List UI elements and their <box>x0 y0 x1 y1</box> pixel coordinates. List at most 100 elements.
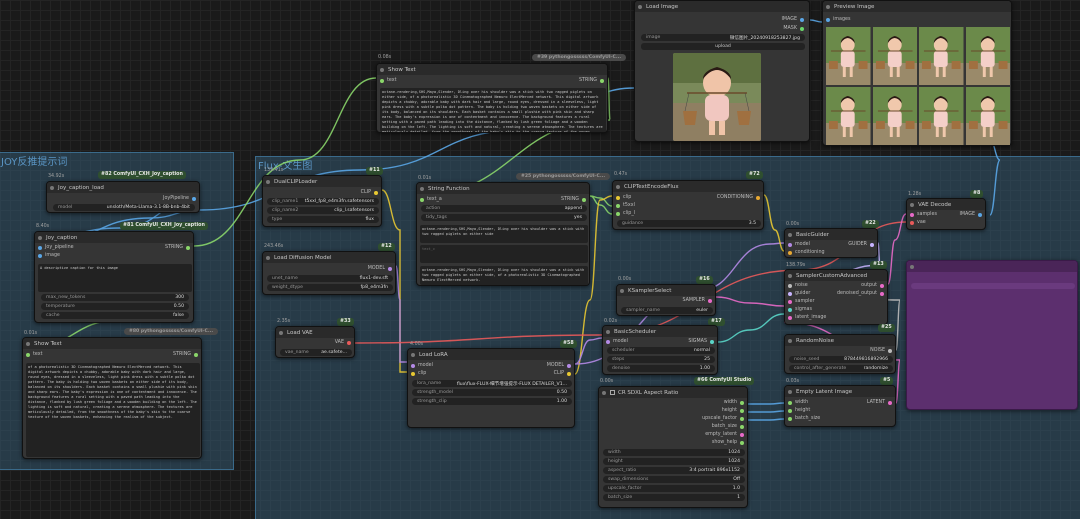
type-select[interactable]: type flux <box>267 216 379 223</box>
input-sigmas[interactable]: sigmas <box>785 307 812 312</box>
output-model[interactable]: MODEL <box>368 266 395 271</box>
load-diffusion-model-node[interactable]: Load Diffusion Model MODEL unet_name flux… <box>262 251 396 295</box>
action-select[interactable]: action append <box>421 205 587 212</box>
output-string[interactable]: STRING <box>561 197 589 202</box>
output-sampler[interactable]: SAMPLER <box>683 298 715 303</box>
input-sampler[interactable]: sampler <box>785 299 814 304</box>
weight-dtype-select[interactable]: weight_dtype fp8_e4m3fn <box>267 284 393 291</box>
basic-scheduler-node[interactable]: BasicScheduler model SIGMAS scheduler nor… <box>602 325 718 375</box>
clip-name1-select[interactable]: clip_name1 t5xxl_fp8_e4m3fn.safetensors <box>267 198 379 205</box>
output-string[interactable]: STRING <box>165 245 193 250</box>
clip-text-encode-flux-node[interactable]: CLIPTextEncodeFlux clip t5xxl clip_l CON… <box>612 180 764 230</box>
input-text-a[interactable]: text_a <box>417 197 442 202</box>
output-joypipeline[interactable]: JoyPipeline <box>163 196 199 201</box>
text-c-textarea[interactable]: text_c <box>420 245 588 263</box>
upload-button[interactable]: upload <box>641 43 805 50</box>
input-clip[interactable]: clip <box>613 195 631 200</box>
input-height[interactable]: height <box>785 408 810 413</box>
swap-dimensions-select[interactable]: swap_dimensions Off <box>603 476 745 483</box>
sampler-name-select[interactable]: sampler_name euler <box>621 307 713 314</box>
upscale-factor-field[interactable]: upscale_factor 1.0 <box>603 485 745 492</box>
output-image[interactable]: IMAGE <box>782 17 808 22</box>
input-guider[interactable]: guider <box>785 291 810 296</box>
text-output[interactable]: octane-rendering,SHS,Maya,Slender, Dling… <box>380 88 606 132</box>
input-images[interactable]: images <box>823 17 850 22</box>
collapse-dot-icon[interactable] <box>788 232 792 237</box>
strength-model-field[interactable]: strength_model 0.50 <box>412 389 572 396</box>
input-vae[interactable]: vae <box>907 220 926 225</box>
text-output[interactable]: of a photorealistic 3D Cinematographed N… <box>26 363 200 457</box>
result-text[interactable]: octane-rendering,SHS,Maya,Slender, Dling… <box>420 266 588 285</box>
output-height[interactable]: height <box>722 408 747 413</box>
output-batch-size[interactable]: batch_size <box>712 424 747 429</box>
image-select[interactable]: image 微信图片_20240918253827.jpg <box>641 34 805 41</box>
collapse-dot-icon[interactable] <box>826 4 830 9</box>
collapse-dot-icon[interactable] <box>50 185 54 190</box>
output-conditioning[interactable]: CONDITIONING <box>717 195 763 200</box>
max-new-tokens-field[interactable]: max_new_tokens 300 <box>41 294 189 301</box>
show-text-left-node[interactable]: Show Text text STRING of a photorealisti… <box>22 337 202 459</box>
note-field[interactable] <box>911 283 1075 289</box>
collapse-dot-icon[interactable] <box>616 184 620 189</box>
vae-decode-node[interactable]: VAE Decode samples vae IMAGE <box>906 198 986 230</box>
input-text[interactable]: text <box>377 78 396 83</box>
preview-thumbnail[interactable] <box>965 87 1010 145</box>
load-image-node[interactable]: Load Image IMAGE MASK image 微信图片_20240918… <box>634 0 810 142</box>
input-batch-size[interactable]: batch_size <box>785 416 820 421</box>
collapse-dot-icon[interactable] <box>638 4 642 9</box>
input-image[interactable]: image <box>35 253 60 258</box>
batch-size-field[interactable]: batch_size 1 <box>603 494 745 501</box>
cr-sdxl-aspect-ratio-node[interactable]: CR SDXL Aspect Ratio width height upscal… <box>598 386 748 508</box>
output-latent[interactable]: LATENT <box>867 400 895 405</box>
collapse-dot-icon[interactable] <box>380 67 384 72</box>
input-t5xxl[interactable]: t5xxl <box>613 203 635 208</box>
show-text-top-node[interactable]: Show Text text STRING octane-rendering,S… <box>376 63 608 133</box>
input-width[interactable]: width <box>785 400 808 405</box>
output-string[interactable]: STRING <box>173 352 201 357</box>
input-latent-image[interactable]: latent_image <box>785 315 826 320</box>
preview-thumbnail[interactable] <box>872 27 917 85</box>
input-model[interactable]: model <box>785 242 810 247</box>
height-field[interactable]: height 1024 <box>603 458 745 465</box>
joy-caption-load-node[interactable]: Joy_caption_load JoyPipeline model unslot… <box>46 181 200 213</box>
connection-wire[interactable] <box>809 19 823 23</box>
preview-thumbnail[interactable] <box>872 87 917 145</box>
preview-image-node[interactable]: Preview Image images <box>822 0 1012 146</box>
unet-name-select[interactable]: unet_name flux1-dev.sft <box>267 275 393 282</box>
collapse-dot-icon[interactable] <box>910 264 914 269</box>
output-clip[interactable]: CLIP <box>361 190 381 195</box>
input-conditioning[interactable]: conditioning <box>785 250 825 255</box>
ksampler-select-node[interactable]: KSamplerSelect SAMPLER sampler_name euler <box>616 284 716 316</box>
collapse-dot-icon[interactable] <box>788 389 792 394</box>
load-lora-node[interactable]: Load LoRA model clip MODEL CLIP lora_nam… <box>407 348 575 428</box>
output-model[interactable]: MODEL <box>547 363 574 368</box>
preview-thumbnail[interactable] <box>965 27 1010 85</box>
input-clip-l[interactable]: clip_l <box>613 211 635 216</box>
string-function-node[interactable]: String Function text_a STRING action appe… <box>416 182 590 286</box>
clip-name2-select[interactable]: clip_name2 clip_l.safetensors <box>267 207 379 214</box>
collapse-dot-icon[interactable] <box>411 352 415 357</box>
text-b-textarea[interactable]: octane-rendering,SHS,Maya,Slender, Dling… <box>420 225 588 243</box>
guidance-field[interactable]: guidance 3.5 <box>617 220 761 227</box>
collapse-dot-icon[interactable] <box>788 338 792 343</box>
preview-thumbnail[interactable] <box>919 27 964 85</box>
output-mask[interactable]: MASK <box>783 26 807 31</box>
denoise-field[interactable]: denoise 1.00 <box>607 365 715 372</box>
input-model[interactable]: model <box>603 339 628 344</box>
output-image[interactable]: IMAGE <box>960 212 986 217</box>
control-after-generate-select[interactable]: control_after_generate randomize <box>789 365 893 372</box>
input-model[interactable]: model <box>408 363 433 368</box>
vae-name-select[interactable]: vae_name ae.safete... <box>280 349 352 356</box>
output-denoised-output[interactable]: denoised_output <box>837 291 887 296</box>
preview-thumbnail[interactable] <box>826 27 871 85</box>
cache-toggle[interactable]: cache false <box>41 312 189 319</box>
noise-seed-field[interactable]: noise_seed 878449816892966 <box>789 356 893 363</box>
random-noise-node[interactable]: RandomNoise NOISE noise_seed 878449816892… <box>784 334 896 374</box>
lora-name-select[interactable]: lora_name flux\flux-FLUX-细节增强提示-FLUX DETA… <box>412 380 572 387</box>
output-output[interactable]: output <box>861 283 887 288</box>
preview-thumbnail[interactable] <box>919 87 964 145</box>
node-canvas[interactable]: JOY反推提示词 Flux-文生图 Load Image IMAGE MASK … <box>0 0 1080 519</box>
prompt-textarea[interactable]: A descriptive caption for this image <box>38 264 192 292</box>
preview-thumbnail[interactable] <box>826 87 871 145</box>
temperature-field[interactable]: temperature 0.50 <box>41 303 189 310</box>
